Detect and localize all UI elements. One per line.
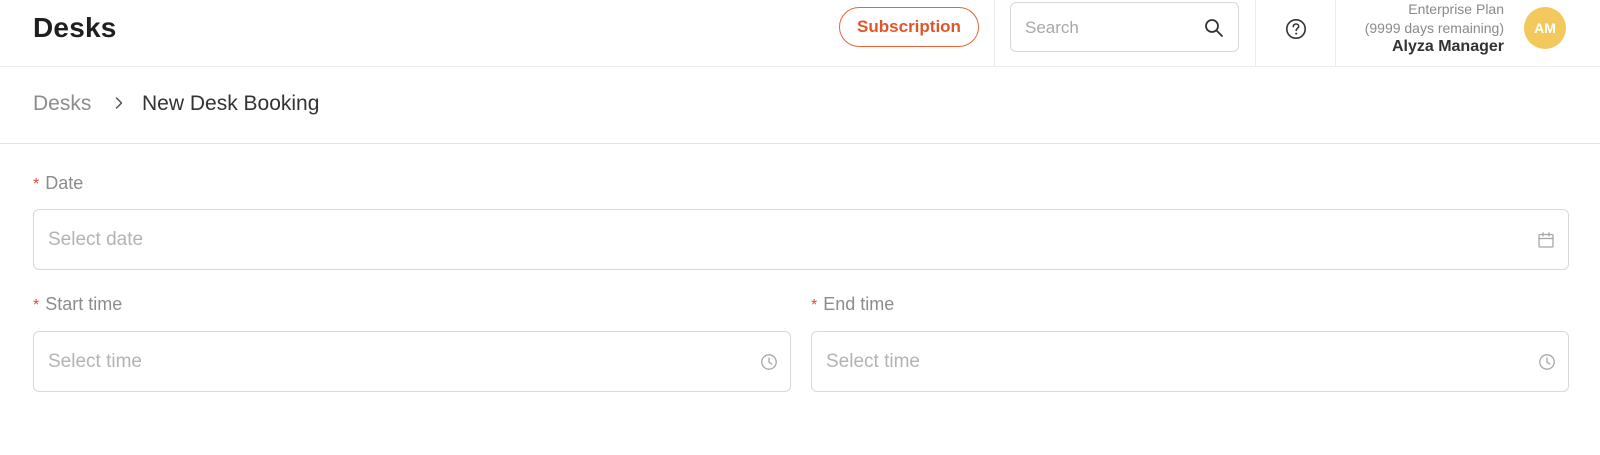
user-name[interactable]: Alyza Manager (1392, 38, 1504, 56)
header-divider (994, 0, 995, 66)
search-input[interactable] (1025, 13, 1195, 43)
start-time-field[interactable] (48, 347, 653, 377)
end-time-field[interactable] (826, 347, 1431, 377)
date-picker[interactable] (33, 209, 1569, 270)
search-box[interactable] (1010, 2, 1239, 52)
required-mark: * (811, 297, 818, 314)
user-plan-info: Enterprise Plan (9999 days remaining) (1365, 0, 1504, 38)
breadcrumb-item-desks[interactable]: Desks (33, 92, 91, 116)
required-mark: * (33, 297, 40, 314)
date-label: * Date (33, 173, 83, 194)
clock-icon[interactable] (760, 353, 778, 371)
end-time-picker[interactable] (811, 331, 1569, 392)
header-divider (1255, 0, 1256, 66)
required-mark: * (33, 176, 40, 193)
chevron-right-icon (115, 97, 123, 109)
breadcrumb: Desks New Desk Booking (0, 67, 1600, 144)
date-label-text: Date (45, 173, 84, 193)
question-circle-icon[interactable] (1285, 18, 1307, 40)
app-title: Desks (33, 12, 117, 43)
end-time-label-text: End time (823, 294, 895, 314)
subscription-button[interactable]: Subscription (839, 7, 979, 47)
calendar-icon[interactable] (1537, 231, 1555, 249)
date-field[interactable] (48, 225, 1276, 255)
plan-name: Enterprise Plan (1408, 1, 1504, 17)
end-time-label: * End time (811, 294, 894, 315)
clock-icon[interactable] (1538, 353, 1556, 371)
breadcrumb-item-current: New Desk Booking (142, 92, 320, 115)
start-time-picker[interactable] (33, 331, 791, 392)
avatar[interactable]: AM (1524, 7, 1566, 49)
header-divider (1335, 0, 1336, 66)
start-time-label: * Start time (33, 294, 122, 315)
start-time-label-text: Start time (45, 294, 123, 314)
search-icon[interactable] (1204, 18, 1224, 38)
plan-remaining: (9999 days remaining) (1364, 20, 1504, 36)
top-header: Desks Subscription Enterprise Plan (9999… (0, 0, 1600, 67)
